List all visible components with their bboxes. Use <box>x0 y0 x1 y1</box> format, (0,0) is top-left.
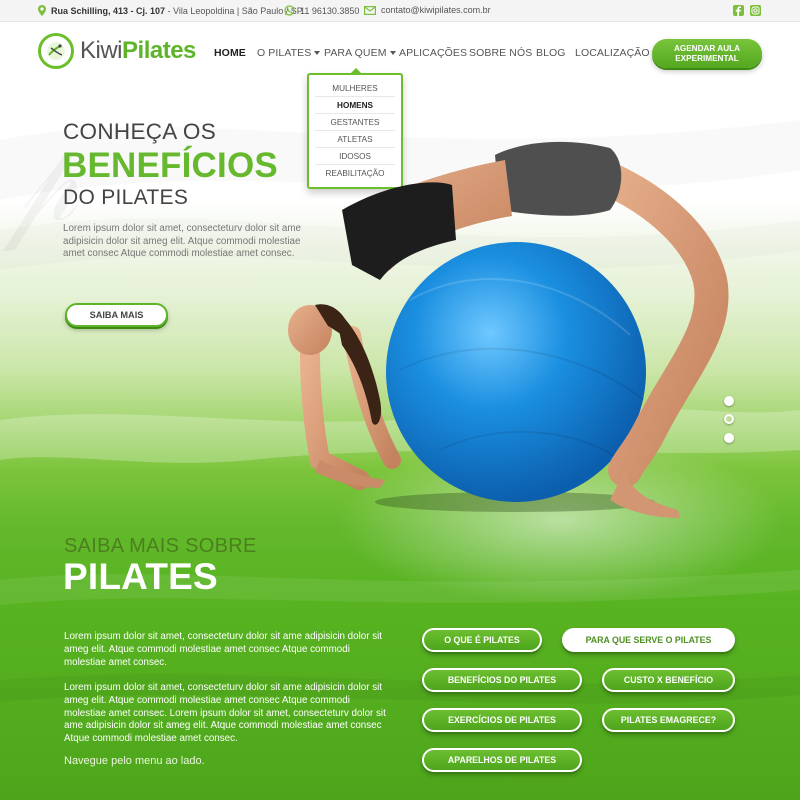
nav-aplicacoes-label: APLICAÇÕES <box>399 47 468 59</box>
nav-localizacao-label: LOCALIZAÇÃO <box>575 47 650 59</box>
link-para-que-serve-o-pilates[interactable]: PARA QUE SERVE O PILATES <box>562 628 735 652</box>
phone-number: 11 96130.3850 <box>300 5 360 16</box>
nav-item-o-pilates[interactable]: O PILATES <box>257 47 321 59</box>
email[interactable]: contato@kiwipilates.com.br <box>364 5 491 15</box>
link-aparelhos-de-pilates[interactable]: APARELHOS DE PILATES <box>422 748 582 772</box>
logo-text-kiwi: Kiwi <box>80 37 123 64</box>
section-subtitle: SAIBA MAIS SOBRE <box>64 535 257 557</box>
slider-dot-2-active[interactable] <box>724 414 734 424</box>
section-paragraph-2: Lorem ipsum dolor sit amet, consecteturv… <box>64 682 386 745</box>
nav-item-localizacao[interactable]: LOCALIZAÇÃO <box>575 47 650 59</box>
instagram-icon[interactable] <box>750 5 761 16</box>
address: Rua Schilling, 413 - Cj. 107 - Vila Leop… <box>38 5 303 16</box>
link-pilates-emagrece[interactable]: PILATES EMAGRECE? <box>602 708 735 732</box>
link-beneficios-do-pilates[interactable]: BENEFÍCIOS DO PILATES <box>422 668 582 692</box>
hero-image-woman-on-exercise-ball <box>288 141 729 518</box>
nav-item-blog[interactable]: BLOG <box>536 47 566 59</box>
nav-para-quem-label: PARA QUEM <box>324 47 387 59</box>
location-pin-icon <box>38 5 46 16</box>
kiwi-logo-icon <box>38 33 74 69</box>
address-street: Rua Schilling, 413 - Cj. 107 <box>51 5 166 16</box>
hero-title-line-3: DO PILATES <box>63 186 189 209</box>
link-custo-x-beneficio[interactable]: CUSTO X BENEFÍCIO <box>602 668 735 692</box>
schedule-trial-class-button[interactable]: AGENDAR AULA EXPERIMENTAL <box>652 39 762 68</box>
navigate-hint: Navegue pelo menu ao lado. <box>64 755 205 767</box>
hero-description: Lorem ipsum dolor sit amet, consecteturv… <box>63 223 301 259</box>
nav-blog-label: BLOG <box>536 47 566 59</box>
nav-item-para-quem[interactable]: PARA QUEM <box>324 47 396 59</box>
section-paragraph-1: Lorem ipsum dolor sit amet, consecteturv… <box>64 631 382 668</box>
slider-dot-1[interactable] <box>724 396 734 406</box>
link-exercicios-de-pilates[interactable]: EXERCÍCIOS DE PILATES <box>422 708 582 732</box>
email-address: contato@kiwipilates.com.br <box>381 5 491 15</box>
logo-text-pilates: Pilates <box>122 37 196 64</box>
nav-sobre-nos-label: SOBRE NÓS <box>469 47 533 59</box>
nav-item-home[interactable]: HOME <box>214 47 246 59</box>
envelope-icon <box>364 5 376 15</box>
kiwipilates-logo[interactable]: KiwiPilates <box>38 33 196 69</box>
hero-title-line-2: BENEFÍCIOS <box>62 146 278 185</box>
chevron-down-icon <box>389 51 396 55</box>
dropdown-item-gestantes[interactable]: GESTANTES <box>315 114 395 131</box>
facebook-icon[interactable] <box>733 5 744 16</box>
dropdown-item-homens[interactable]: HOMENS <box>315 97 395 114</box>
phone[interactable]: 11 96130.3850 <box>284 5 359 16</box>
dropdown-item-mulheres[interactable]: MULHERES <box>315 80 395 97</box>
top-info-bar: Rua Schilling, 413 - Cj. 107 - Vila Leop… <box>0 0 800 22</box>
hero-title-line-1: CONHEÇA OS <box>63 119 217 144</box>
chevron-down-icon <box>314 51 321 55</box>
logo-wordmark: KiwiPilates <box>80 37 196 65</box>
slider-dot-3[interactable] <box>724 433 734 443</box>
nav-item-sobre-nos[interactable]: SOBRE NÓS <box>469 47 532 59</box>
nav-item-aplicacoes[interactable]: APLICAÇÕES <box>399 47 467 59</box>
nav-home-label: HOME <box>214 47 246 59</box>
whatsapp-icon <box>284 5 295 16</box>
section-title: PILATES <box>63 556 218 597</box>
link-o-que-e-pilates[interactable]: O QUE É PILATES <box>422 628 542 652</box>
nav-o-pilates-label: O PILATES <box>257 47 312 59</box>
saiba-mais-button[interactable]: SAIBA MAIS <box>65 303 168 327</box>
address-city: - Vila Leopoldina | São Paulo / SP <box>165 5 303 16</box>
